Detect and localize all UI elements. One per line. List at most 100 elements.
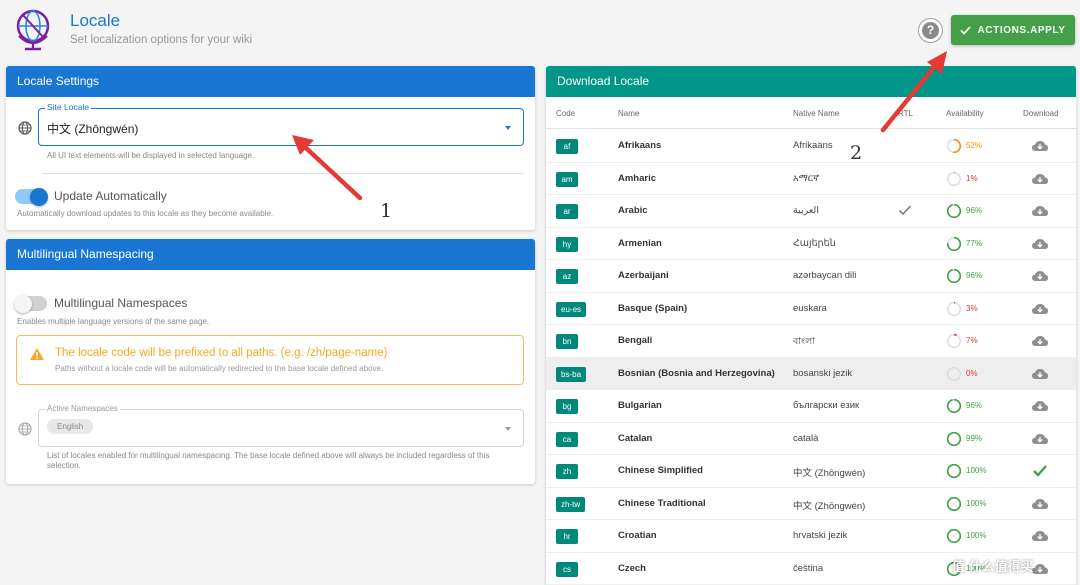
col-rtl[interactable]: RTL <box>898 109 913 118</box>
site-locale-label: Site Locale <box>45 102 92 112</box>
locale-name: Basque (Spain) <box>618 302 688 314</box>
availability-progress-icon <box>946 171 962 186</box>
active-namespaces-select[interactable]: Active Namespaces English <box>38 404 524 447</box>
alert-text: Paths without a locale code will be auto… <box>55 364 384 373</box>
check-icon <box>960 25 972 35</box>
page-header: Locale Set localization options for your… <box>0 0 1080 60</box>
multilingual-toggle[interactable] <box>14 294 47 313</box>
cloud-download-icon[interactable] <box>1031 236 1049 252</box>
toggle-knob <box>30 187 48 206</box>
locale-code-badge: ar <box>556 204 578 219</box>
rtl-check-icon <box>898 205 912 216</box>
locale-native-name: hrvatski jezik <box>793 530 848 541</box>
locale-native-name: euskara <box>793 302 827 314</box>
table-row[interactable]: af Afrikaans Afrikaans 52% <box>546 130 1076 163</box>
cloud-download-icon[interactable] <box>1031 138 1049 154</box>
cloud-download-icon[interactable] <box>1031 268 1049 284</box>
table-row[interactable]: az Azerbaijani azərbaycan dili 96% <box>546 260 1076 293</box>
locale-name: Bulgarian <box>618 400 662 411</box>
cloud-download-icon[interactable] <box>1031 398 1049 414</box>
table-row[interactable]: ar Arabic العربية 96% <box>546 195 1076 228</box>
installed-check-icon[interactable] <box>1031 463 1049 479</box>
update-auto-toggle[interactable] <box>15 187 48 206</box>
chevron-down-icon <box>505 427 511 431</box>
update-auto-hint: Automatically download updates to this l… <box>17 209 274 218</box>
locale-settings-title: Locale Settings <box>6 66 535 97</box>
col-name[interactable]: Name <box>618 109 639 118</box>
col-native[interactable]: Native Name <box>793 109 839 118</box>
divider <box>42 173 524 174</box>
apply-button[interactable]: ACTIONS.APPLY <box>951 15 1075 45</box>
site-locale-hint: All UI text elements will be displayed i… <box>47 151 255 160</box>
locale-code-badge: cs <box>556 561 578 577</box>
availability-percent: 96% <box>966 206 983 215</box>
namespace-chip[interactable]: English <box>47 419 94 434</box>
table-row[interactable]: bn Bengali বাংলা 7% <box>546 325 1076 358</box>
locale-native-name: 中文 (Zhōngwén) <box>793 468 866 479</box>
globe-icon <box>18 121 32 135</box>
multilingual-hint: Enables multiple language versions of th… <box>17 317 210 326</box>
availability-progress-icon <box>946 203 962 219</box>
locale-name: Chinese Simplified <box>618 465 703 476</box>
availability-progress-icon <box>946 496 962 511</box>
availability-percent: 100% <box>966 531 987 540</box>
download-locale-title: Download Locale <box>546 66 1076 97</box>
locale-code-badge: hr <box>556 529 578 544</box>
cloud-download-icon[interactable] <box>1031 203 1049 219</box>
locale-name: Chinese Traditional <box>618 497 706 509</box>
help-icon: ? <box>922 22 939 39</box>
locale-name: Azerbaijani <box>618 270 669 281</box>
prefix-alert: The locale code will be prefixed to all … <box>16 335 524 385</box>
locale-name: Croatian <box>618 530 657 541</box>
cloud-download-icon[interactable] <box>1031 171 1049 187</box>
multilingual-label: Multilingual Namespaces <box>54 296 188 310</box>
table-row[interactable]: ca Catalan català 99% <box>546 423 1076 455</box>
cloud-download-icon[interactable] <box>1031 528 1049 544</box>
alert-title: The locale code will be prefixed to all … <box>55 347 388 359</box>
page-title: Locale <box>70 11 121 30</box>
cloud-download-icon[interactable] <box>1031 333 1049 349</box>
locale-name: Bosnian (Bosnia and Herzegovina) <box>618 367 775 379</box>
availability-progress-icon <box>946 236 962 251</box>
locale-name: Armenian <box>618 237 662 249</box>
site-locale-value: 中文 (Zhōngwén) <box>47 122 139 136</box>
table-row[interactable]: zh Chinese Simplified 中文 (Zhōngwén) 100% <box>546 455 1076 488</box>
col-code[interactable]: Code <box>556 109 575 118</box>
table-row[interactable]: hy Armenian Հայերեն 77% <box>546 228 1076 260</box>
availability-percent: 96% <box>966 401 983 410</box>
help-button[interactable]: ? <box>918 18 943 43</box>
availability-progress-icon <box>946 398 962 414</box>
annotation-2: 2 <box>850 142 863 164</box>
col-download[interactable]: Download <box>1023 109 1059 118</box>
site-locale-select[interactable]: Site Locale 中文 (Zhōngwén) <box>38 102 524 146</box>
download-locale-card: Download Locale Code Name Native Name RT… <box>546 66 1076 585</box>
col-availability[interactable]: Availability <box>946 109 984 118</box>
availability-percent: 52% <box>966 141 983 150</box>
availability-progress-icon <box>946 528 962 544</box>
cloud-download-icon[interactable] <box>1031 496 1049 512</box>
cloud-download-icon[interactable] <box>1031 366 1049 382</box>
locale-native-name: Afrikaans <box>793 140 833 151</box>
availability-progress-icon <box>946 268 962 284</box>
table-row[interactable]: am Amharic አማርኛ 1% <box>546 163 1076 195</box>
table-row[interactable]: hr Croatian hrvatski jezik 100% <box>546 520 1076 553</box>
locale-code-badge: af <box>556 139 578 154</box>
cloud-download-icon[interactable] <box>1031 431 1049 447</box>
cloud-download-icon[interactable] <box>1031 301 1049 317</box>
locale-code-badge: zh-tw <box>556 496 586 512</box>
table-row[interactable]: bs-ba Bosnian (Bosnia and Herzegovina) bos… <box>546 357 1076 390</box>
table-row[interactable]: eu-es Basque (Spain) euskara 3% <box>546 293 1076 325</box>
locale-code-badge: am <box>556 171 578 187</box>
locale-code-badge: bg <box>556 399 578 414</box>
locale-settings-card: Locale Settings Site Locale 中文 (Zhōngwén… <box>6 66 535 230</box>
namespacing-title: Multilingual Namespacing <box>6 239 535 270</box>
locale-code-badge: zh <box>556 464 578 479</box>
locale-name: Arabic <box>618 205 648 216</box>
availability-percent: 7% <box>966 336 978 345</box>
table-row[interactable]: bg Bulgarian български език 96% <box>546 390 1076 423</box>
active-namespaces-label: Active Namespaces <box>45 404 120 413</box>
locale-native-name: català <box>793 432 819 444</box>
locale-name: Amharic <box>618 172 657 184</box>
availability-percent: 100% <box>966 466 987 475</box>
table-row[interactable]: zh-tw Chinese Traditional 中文 (Zhōngwén) 100… <box>546 488 1076 520</box>
